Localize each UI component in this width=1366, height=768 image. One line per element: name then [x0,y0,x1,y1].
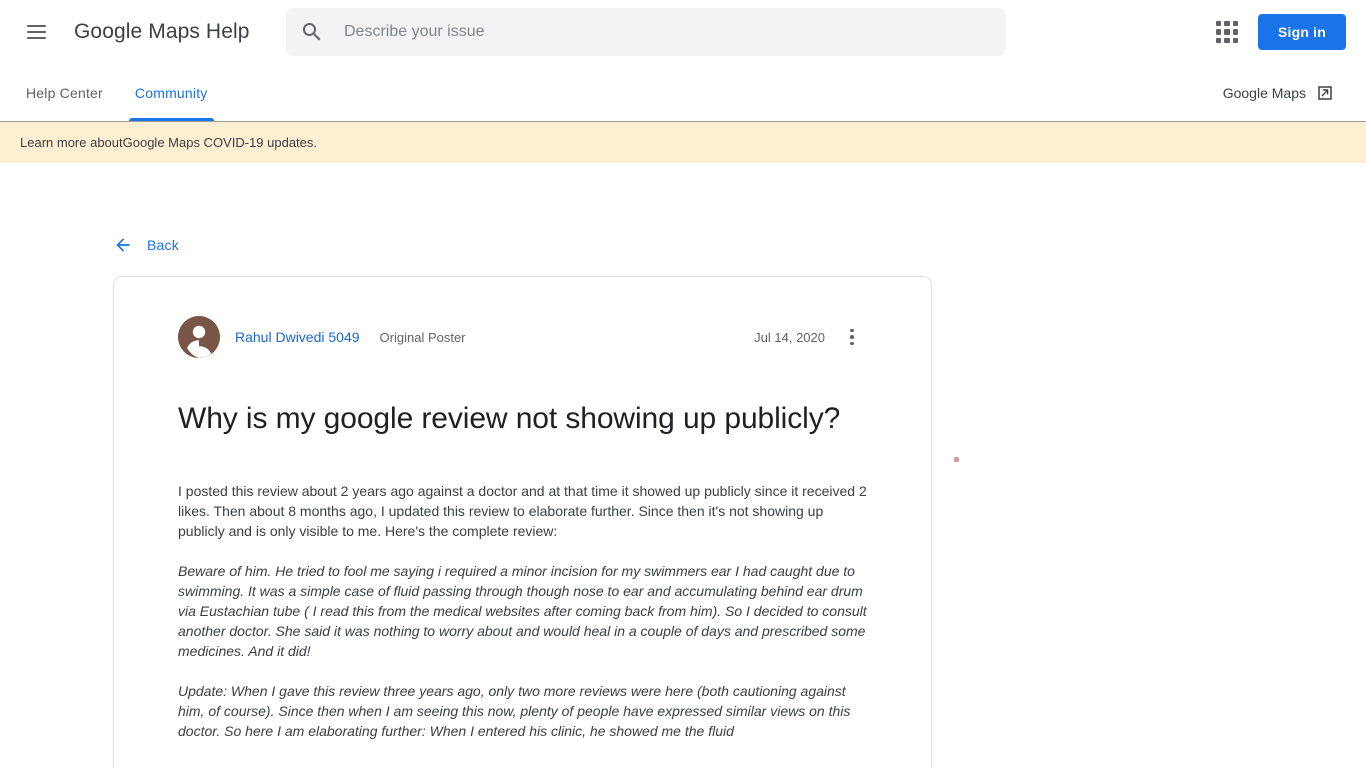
main-content: Back Rahul Dwivedi 5049 Original Poster … [0,163,1366,768]
kebab-dot [850,328,854,333]
page-title: Google Maps Help [74,20,250,43]
hamburger-bar [26,31,46,33]
post-body: I posted this review about 2 years ago a… [178,481,867,741]
hamburger-menu-icon[interactable] [16,12,56,52]
back-label: Back [147,237,179,253]
banner-suffix: . [313,135,318,150]
google-apps-grid-icon[interactable] [1214,19,1240,45]
apps-dot [1232,21,1238,27]
tab-label: Help Center [26,84,103,101]
post-paragraph: Update: When I gave this review three ye… [178,683,851,739]
apps-dot [1232,29,1238,35]
search-icon [303,23,321,41]
kebab-dot [850,335,854,339]
stray-dot-artifact [954,457,959,462]
apps-dot [1224,37,1230,43]
avatar[interactable] [178,316,220,358]
search-box[interactable] [286,8,1006,56]
banner-link[interactable]: Google Maps COVID-19 updates [123,135,314,150]
post-header: Rahul Dwivedi 5049 Original Poster Jul 1… [178,313,867,361]
person-avatar-icon [178,316,220,358]
post-title: Why is my google review not showing up p… [178,402,841,435]
post-paragraph: Beware of him. He tried to fool me sayin… [178,563,867,659]
tab-label: Community [134,84,208,101]
apps-dot [1232,37,1238,43]
apps-dot [1215,29,1222,35]
post-date: Jul 14, 2020 [754,329,825,345]
google-maps-link-label: Google Maps [1222,84,1306,101]
hamburger-bar [26,25,46,27]
search-input[interactable] [342,8,992,56]
banner-prefix: Learn more about [20,135,123,150]
open-in-new-icon [1318,85,1332,100]
covid-notice-banner: Learn more about Google Maps COVID-19 up… [0,121,1366,163]
nav-tabs: Help Center Community [0,64,224,121]
tab-help-center[interactable]: Help Center [0,64,119,121]
more-vert-icon[interactable] [837,318,867,356]
sign-in-button[interactable]: Sign in [1257,14,1346,50]
post-paragraph: I posted this review about 2 years ago a… [178,483,867,539]
post-author-link[interactable]: Rahul Dwivedi 5049 [235,329,360,345]
kebab-dot [850,341,854,346]
apps-dot [1215,21,1222,27]
apps-dot [1215,37,1222,43]
top-bar-actions: Sign in [1214,14,1346,50]
google-maps-external-link[interactable]: Google Maps [1223,64,1346,121]
apps-dot [1224,21,1230,27]
arrow-left-icon [116,238,130,252]
nav-tab-strip: Help Center Community Google Maps [0,64,1366,121]
back-link[interactable]: Back [113,235,179,255]
tab-community[interactable]: Community [119,64,224,121]
hamburger-bar [26,37,46,39]
post-author-role: Original Poster [379,329,466,345]
thread-post-card: Rahul Dwivedi 5049 Original Poster Jul 1… [113,276,932,768]
apps-dot [1224,29,1230,35]
top-app-bar: Google Maps Help Sign in [0,0,1366,64]
